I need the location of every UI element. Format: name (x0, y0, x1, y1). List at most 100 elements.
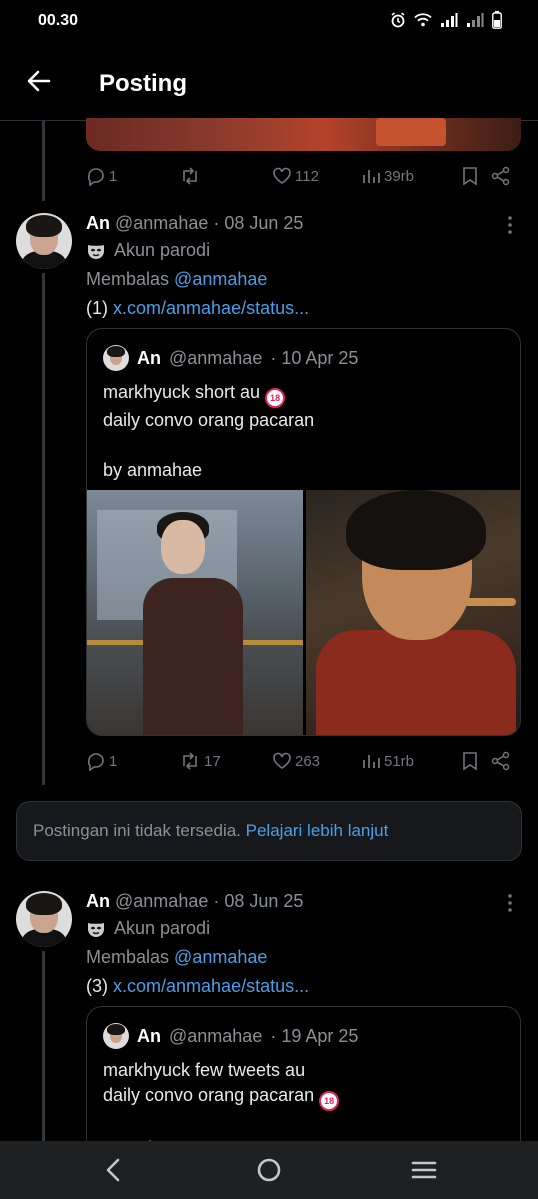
previous-post-actions: 1 112 39rb (86, 163, 521, 189)
thread-line (42, 121, 45, 201)
page-title: Posting (99, 70, 187, 97)
previous-post-media[interactable] (86, 118, 521, 151)
mask-icon (88, 244, 104, 259)
share-button[interactable] (491, 166, 511, 186)
parody-label: Akun parodi (86, 240, 210, 261)
reply-icon (87, 753, 104, 771)
post-author-line[interactable]: An @anmahae · 08 Jun 25 (86, 213, 303, 234)
mask-icon (88, 922, 104, 937)
quote-line-2: daily convo orang pacaran (103, 1085, 315, 1105)
quote-line-1: markhyuck few tweets au (103, 1060, 306, 1080)
like-button[interactable]: 263 (272, 751, 361, 771)
thread-line (42, 951, 45, 1141)
reply-button[interactable]: 1 (86, 751, 179, 771)
avatar[interactable] (16, 891, 72, 947)
retweet-button[interactable]: 17 (179, 751, 272, 771)
parody-text: Akun parodi (114, 240, 211, 260)
share-icon (491, 166, 510, 186)
quote-avatar (103, 345, 129, 371)
parody-label: Akun parodi (86, 918, 210, 939)
post-author-line[interactable]: An @anmahae · 08 Jun 25 (86, 891, 303, 912)
back-button[interactable] (24, 66, 54, 96)
share-icon (491, 751, 510, 771)
quote-author-handle: @anmahae (169, 1025, 263, 1046)
like-count: 112 (295, 167, 319, 185)
reply-prefix: Membalas (86, 269, 170, 289)
post-text: (3) x.com/anmahae/status... (86, 976, 309, 997)
status-time: 00.30 (38, 12, 79, 29)
like-count: 263 (295, 752, 321, 770)
more-vertical-icon (508, 216, 512, 234)
quote-author-line: An @anmahae · 10 Apr 25 (103, 345, 358, 371)
quote-author-name: An (137, 347, 161, 368)
nav-recents-button[interactable] (409, 1155, 439, 1185)
reply-button[interactable]: 1 (86, 166, 179, 186)
quote-photo-2[interactable] (306, 490, 520, 735)
alarm-icon (390, 12, 406, 33)
share-button[interactable] (491, 751, 511, 771)
reply-count: 1 (109, 752, 118, 770)
more-options-button[interactable] (506, 215, 514, 235)
post-actions: 1 17 263 51rb (86, 748, 521, 774)
no-under-18-icon: 18 (319, 1091, 340, 1111)
views-icon (363, 755, 380, 768)
status-link[interactable]: x.com/anmahae/status... (113, 976, 309, 996)
quote-date: · 19 Apr 25 (270, 1025, 359, 1046)
more-vertical-icon (508, 894, 512, 912)
home-circle-icon (257, 1158, 281, 1182)
nav-home-button[interactable] (254, 1155, 284, 1185)
notice-text: Postingan ini tidak tersedia. (33, 821, 241, 840)
quote-date: · 10 Apr 25 (270, 347, 359, 368)
like-button[interactable]: 112 (272, 166, 361, 186)
replying-to: Membalas @anmahae (86, 269, 267, 290)
quote-line-2: daily convo orang pacaran (103, 410, 315, 430)
retweet-count: 17 (204, 752, 221, 770)
link-prefix: (1) (86, 298, 108, 318)
reply-mention[interactable]: @anmahae (174, 269, 267, 289)
heart-icon (273, 752, 291, 769)
learn-more-link[interactable]: Pelajari lebih lanjut (246, 821, 389, 840)
parody-text: Akun parodi (114, 918, 211, 938)
author-handle: @anmahae (115, 891, 209, 911)
quote-line-1: markhyuck short au (103, 382, 261, 402)
thread-line (42, 273, 45, 785)
views-icon (363, 170, 380, 183)
quote-text: markhyuck short au 18 daily convo orang … (103, 380, 314, 483)
status-bar: 00.30 (0, 0, 538, 44)
retweet-icon (183, 167, 197, 185)
replying-to: Membalas @anmahae (86, 947, 267, 968)
bookmark-button[interactable] (461, 166, 491, 186)
more-options-button[interactable] (506, 893, 514, 913)
bookmark-button[interactable] (461, 751, 491, 771)
retweet-button[interactable] (179, 166, 272, 186)
views-button[interactable]: 51rb (361, 751, 461, 771)
top-bar: Posting (0, 44, 538, 121)
status-icons (390, 11, 502, 34)
menu-lines-icon (411, 1161, 437, 1179)
link-prefix: (3) (86, 976, 108, 996)
retweet-icon (183, 752, 197, 770)
nav-back-button[interactable] (99, 1155, 129, 1185)
reply-prefix: Membalas (86, 947, 170, 967)
system-nav-bar (0, 1141, 538, 1199)
quote-author-handle: @anmahae (169, 347, 263, 368)
quoted-post[interactable]: An @anmahae · 10 Apr 25 markhyuck short … (86, 328, 521, 736)
views-button[interactable]: 39rb (361, 166, 461, 186)
quote-photo-1[interactable] (87, 490, 303, 735)
avatar[interactable] (16, 213, 72, 269)
reply-mention[interactable]: @anmahae (174, 947, 267, 967)
battery-icon (492, 11, 502, 34)
quote-author-name: An (137, 1025, 161, 1046)
reply-icon (87, 168, 104, 186)
author-name: An (86, 891, 110, 911)
post-text: (1) x.com/anmahae/status... (86, 298, 309, 319)
post-date: · 08 Jun 25 (213, 891, 304, 911)
post-date: · 08 Jun 25 (213, 213, 304, 233)
status-link[interactable]: x.com/anmahae/status... (113, 298, 309, 318)
quote-author-line: An @anmahae · 19 Apr 25 (103, 1023, 358, 1049)
no-under-18-icon: 18 (265, 388, 286, 408)
author-name: An (86, 213, 110, 233)
view-count: 39rb (384, 167, 415, 185)
quote-avatar (103, 1023, 129, 1049)
signal-icon (440, 13, 458, 32)
